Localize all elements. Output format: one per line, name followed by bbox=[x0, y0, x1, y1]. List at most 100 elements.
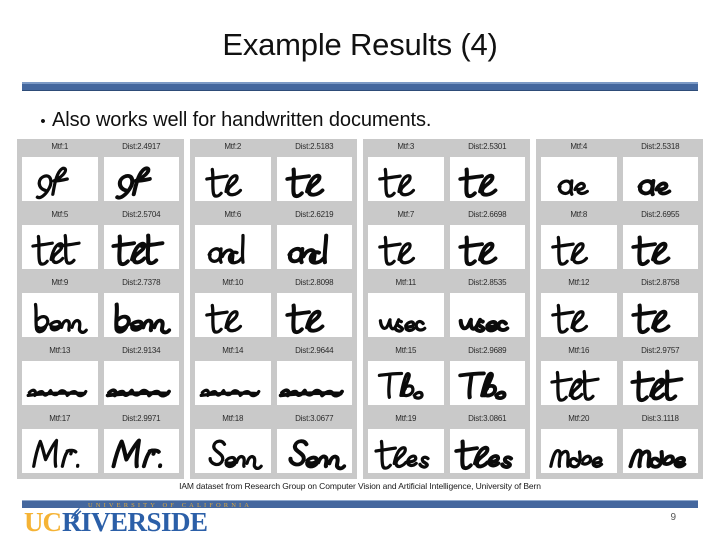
result-cell[interactable]: Mtf:4 Dist:2.5318 bbox=[536, 139, 703, 207]
result-cell-labels: Mtf:18 Dist:3.0677 bbox=[190, 411, 357, 426]
result-cell[interactable]: Mtf:18 Dist:3.0677 bbox=[190, 411, 357, 479]
mtf-label: Mtf:16 bbox=[568, 346, 590, 355]
dist-label: Dist:3.0861 bbox=[468, 414, 507, 423]
result-cell-labels: Mtf:14 Dist:2.9644 bbox=[190, 343, 357, 358]
result-cell-labels: Mtf:5 Dist:2.5704 bbox=[17, 207, 184, 222]
logo-right-block: UNIVERSITY OF CALIFORNIA RIVERSIDE bbox=[62, 502, 252, 536]
matched-word-image bbox=[449, 157, 525, 201]
result-cell[interactable]: Mtf:10 Dist:2.8098 bbox=[190, 275, 357, 343]
mtf-label: Mtf:5 bbox=[51, 210, 69, 219]
result-cell[interactable]: Mtf:12 Dist:2.8758 bbox=[536, 275, 703, 343]
mtf-label: Mtf:2 bbox=[224, 142, 242, 151]
result-cell-images bbox=[190, 222, 357, 275]
dist-label: Dist:2.6698 bbox=[468, 210, 507, 219]
matched-word-image bbox=[276, 361, 352, 405]
source-caption: IAM dataset from Research Group on Compu… bbox=[179, 481, 541, 491]
matched-word-image bbox=[103, 429, 179, 473]
matched-word-image bbox=[103, 293, 179, 337]
dist-label: Dist:3.0677 bbox=[295, 414, 334, 423]
query-word-image bbox=[22, 293, 98, 337]
result-cell[interactable]: Mtf:13 Dist:2.9134 bbox=[17, 343, 184, 411]
result-cell[interactable]: Mtf:9 Dist:2.7378 bbox=[17, 275, 184, 343]
dist-label: Dist:2.9689 bbox=[468, 346, 507, 355]
result-cell-labels: Mtf:3 Dist:2.5301 bbox=[363, 139, 530, 154]
result-cell[interactable]: Mtf:17 Dist:2.9971 bbox=[17, 411, 184, 479]
result-cell-labels: Mtf:16 Dist:2.9757 bbox=[536, 343, 703, 358]
matched-word-image bbox=[276, 293, 352, 337]
mtf-label: Mtf:6 bbox=[224, 210, 242, 219]
result-cell-images bbox=[363, 222, 530, 275]
query-word-image bbox=[22, 361, 98, 405]
result-cell-labels: Mtf:12 Dist:2.8758 bbox=[536, 275, 703, 290]
result-cell-labels: Mtf:8 Dist:2.6955 bbox=[536, 207, 703, 222]
mtf-label: Mtf:7 bbox=[397, 210, 415, 219]
results-grid: Mtf:1 Dist:2.4917 Mtf:5 Dist:2.5704 Mtf:9 Dis… bbox=[17, 139, 703, 479]
matched-word-image bbox=[103, 157, 179, 201]
mtf-label: Mtf:18 bbox=[222, 414, 244, 423]
result-cell-images bbox=[17, 222, 184, 275]
seal-icon bbox=[68, 505, 86, 523]
result-cell[interactable]: Mtf:1 Dist:2.4917 bbox=[17, 139, 184, 207]
result-cell-labels: Mtf:7 Dist:2.6698 bbox=[363, 207, 530, 222]
query-word-image bbox=[541, 225, 617, 269]
mtf-label: Mtf:9 bbox=[51, 278, 69, 287]
mtf-label: Mtf:1 bbox=[51, 142, 69, 151]
logo-uc-text: UC bbox=[24, 507, 62, 538]
dist-label: Dist:2.4917 bbox=[122, 142, 161, 151]
result-cell[interactable]: Mtf:20 Dist:3.1118 bbox=[536, 411, 703, 479]
results-column-1: Mtf:1 Dist:2.4917 Mtf:5 Dist:2.5704 Mtf:9 Dis… bbox=[17, 139, 184, 479]
result-cell-images bbox=[190, 358, 357, 411]
dist-label: Dist:2.5301 bbox=[468, 142, 507, 151]
result-cell-images bbox=[536, 358, 703, 411]
dist-label: Dist:2.9757 bbox=[641, 346, 680, 355]
matched-word-image bbox=[622, 429, 698, 473]
matched-word-image bbox=[103, 225, 179, 269]
dist-label: Dist:2.5183 bbox=[295, 142, 334, 151]
result-cell-images bbox=[190, 290, 357, 343]
dist-label: Dist:2.9971 bbox=[122, 414, 161, 423]
query-word-image bbox=[368, 429, 444, 473]
page-title: Example Results (4) bbox=[222, 27, 498, 62]
mtf-label: Mtf:10 bbox=[222, 278, 244, 287]
query-word-image bbox=[195, 225, 271, 269]
result-cell[interactable]: Mtf:16 Dist:2.9757 bbox=[536, 343, 703, 411]
result-cell-images bbox=[363, 290, 530, 343]
query-word-image bbox=[541, 361, 617, 405]
dist-label: Dist:2.8098 bbox=[295, 278, 334, 287]
result-cell[interactable]: Mtf:6 Dist:2.6219 bbox=[190, 207, 357, 275]
result-cell-images bbox=[536, 154, 703, 207]
result-cell-labels: Mtf:17 Dist:2.9971 bbox=[17, 411, 184, 426]
uc-riverside-logo: UC UNIVERSITY OF CALIFORNIA RIVERSIDE bbox=[24, 502, 252, 538]
bullet-marker-icon: • bbox=[40, 113, 46, 130]
query-word-image bbox=[368, 225, 444, 269]
result-cell[interactable]: Mtf:11 Dist:2.8535 bbox=[363, 275, 530, 343]
result-cell-images bbox=[17, 426, 184, 479]
result-cell-labels: Mtf:11 Dist:2.8535 bbox=[363, 275, 530, 290]
result-cell[interactable]: Mtf:19 Dist:3.0861 bbox=[363, 411, 530, 479]
query-word-image bbox=[541, 293, 617, 337]
matched-word-image bbox=[276, 157, 352, 201]
matched-word-image bbox=[622, 225, 698, 269]
mtf-label: Mtf:19 bbox=[395, 414, 417, 423]
result-cell[interactable]: Mtf:7 Dist:2.6698 bbox=[363, 207, 530, 275]
result-cell-labels: Mtf:2 Dist:2.5183 bbox=[190, 139, 357, 154]
result-cell[interactable]: Mtf:15 Dist:2.9689 bbox=[363, 343, 530, 411]
dist-label: Dist:2.8758 bbox=[641, 278, 680, 287]
query-word-image bbox=[541, 429, 617, 473]
result-cell[interactable]: Mtf:2 Dist:2.5183 bbox=[190, 139, 357, 207]
dist-label: Dist:2.5318 bbox=[641, 142, 680, 151]
result-cell[interactable]: Mtf:5 Dist:2.5704 bbox=[17, 207, 184, 275]
result-cell-labels: Mtf:9 Dist:2.7378 bbox=[17, 275, 184, 290]
result-cell-images bbox=[17, 154, 184, 207]
result-cell-images bbox=[190, 154, 357, 207]
bullet-text: Also works well for handwritten document… bbox=[52, 109, 432, 131]
result-cell[interactable]: Mtf:8 Dist:2.6955 bbox=[536, 207, 703, 275]
result-cell[interactable]: Mtf:3 Dist:2.5301 bbox=[363, 139, 530, 207]
query-word-image bbox=[195, 361, 271, 405]
page-number: 9 bbox=[670, 512, 676, 523]
mtf-label: Mtf:20 bbox=[568, 414, 590, 423]
mtf-label: Mtf:15 bbox=[395, 346, 417, 355]
mtf-label: Mtf:14 bbox=[222, 346, 244, 355]
query-word-image bbox=[368, 157, 444, 201]
result-cell[interactable]: Mtf:14 Dist:2.9644 bbox=[190, 343, 357, 411]
